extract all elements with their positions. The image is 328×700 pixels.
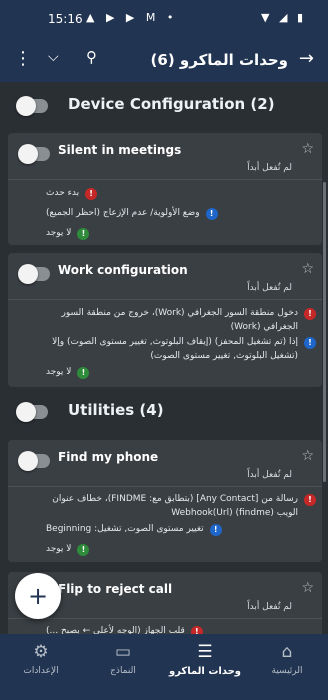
action-icon: ! — [304, 337, 316, 349]
macro-name: Find my phone — [58, 450, 159, 464]
macro-card[interactable]: Find my phone ☆ لم تُفعل أبداً ! رسالة من… — [8, 440, 322, 562]
divider — [8, 486, 322, 487]
toggle-knob — [18, 451, 38, 471]
favorite-star-icon[interactable]: ☆ — [301, 580, 314, 596]
scrollbar[interactable] — [323, 182, 326, 482]
group-toggle[interactable] — [16, 96, 48, 116]
last-run-status: لم تُفعل أبداً — [247, 283, 292, 293]
nav-label: النماذج — [110, 666, 136, 676]
gear-icon: ⚙ — [33, 642, 49, 662]
group-header-utilities[interactable]: Utilities (4) — [0, 388, 328, 436]
page-title: وحدات الماكرو (6) — [150, 51, 288, 69]
app-bar: ⋮ ⌵ ⚲ وحدات الماكرو (6) → — [0, 38, 328, 82]
divider — [8, 179, 322, 180]
home-icon: ⌂ — [281, 642, 293, 662]
action-row: ! تغيير مستوى الصوت, تشغيل: Beginning — [46, 522, 316, 536]
constraint-row: ! لا يوجد — [46, 226, 316, 240]
macro-card[interactable]: Work configuration ☆ لم تُفعل أبداً ! دخو… — [8, 253, 322, 387]
status-time: 15:16 — [48, 12, 83, 26]
trigger-icon: ! — [85, 188, 98, 200]
overflow-menu-icon[interactable]: ⋮ — [14, 48, 32, 69]
favorite-star-icon[interactable]: ☆ — [301, 448, 314, 464]
last-run-status: لم تُفعل أبداً — [247, 163, 292, 173]
nav-templates[interactable]: ▭ النماذج — [82, 634, 164, 700]
macro-toggle[interactable] — [18, 264, 50, 284]
trigger-row: ! دخول منطقة السور الجغرافي (Work)، خروج … — [46, 306, 316, 334]
nav-home[interactable]: ⌂ الرئيسية — [246, 634, 328, 700]
macro-name: Silent in meetings — [58, 143, 182, 157]
nav-macros[interactable]: ☰ وحدات الماكرو — [164, 634, 246, 700]
constraint-icon: ! — [77, 228, 90, 240]
macro-name: Work configuration — [58, 263, 188, 277]
constraint-row: ! لا يوجد — [46, 542, 316, 556]
trigger-icon: ! — [304, 494, 316, 506]
toggle-knob — [18, 264, 38, 284]
last-run-status: لم تُفعل أبداً — [247, 602, 292, 612]
macro-toggle[interactable] — [18, 451, 50, 471]
search-icon[interactable]: ⚲ — [86, 48, 97, 66]
add-macro-button[interactable]: + — [15, 573, 61, 619]
constraint-row: ! لا يوجد — [46, 365, 316, 379]
trigger-icon: ! — [190, 626, 203, 634]
last-run-status: لم تُفعل أبداً — [247, 470, 292, 480]
divider — [8, 299, 322, 300]
group-label: Utilities (4) — [68, 401, 164, 419]
constraint-icon: ! — [77, 544, 90, 556]
trigger-row: ! قلب الجهاز (الوجه لأعلى ← بصبح ...) — [46, 624, 316, 634]
templates-icon: ▭ — [114, 642, 132, 662]
nav-label: الرئيسية — [271, 666, 303, 676]
macro-name: Flip to reject call — [58, 582, 173, 596]
constraint-icon: ! — [77, 367, 90, 379]
action-icon: ! — [209, 524, 222, 536]
divider — [8, 618, 322, 619]
group-header-device-configuration[interactable]: Device Configuration (2) — [0, 82, 328, 130]
macro-card[interactable]: Silent in meetings ☆ لم تُفعل أبداً ! بدء… — [8, 133, 322, 245]
collapse-all-icon[interactable]: ⌵ — [48, 49, 59, 65]
trigger-row: ! بدء حدث — [46, 186, 316, 200]
favorite-star-icon[interactable]: ☆ — [301, 141, 314, 157]
toggle-knob — [18, 144, 38, 164]
system-icons: ▼ ◢ ▮ — [261, 11, 306, 24]
action-row: ! إذا (تم تشغيل المحفز) (إيقاف البلوتوث, … — [46, 335, 316, 363]
group-label: Device Configuration (2) — [68, 95, 275, 113]
bottom-navigation: ⚙ الإعدادات ▭ النماذج ☰ وحدات الماكرو ⌂ … — [0, 634, 328, 700]
nav-label: وحدات الماكرو — [168, 666, 242, 677]
toggle-knob — [16, 402, 36, 422]
trigger-row: ! رسالة من [Any Contact] (بتطابق مع: FIND… — [46, 492, 316, 520]
group-toggle[interactable] — [16, 402, 48, 422]
action-icon: ! — [205, 208, 218, 220]
macro-toggle[interactable] — [18, 144, 50, 164]
trigger-icon: ! — [304, 308, 316, 320]
nav-settings[interactable]: ⚙ الإعدادات — [0, 634, 82, 700]
action-row: ! وضع الأولوية/ عدم الإزعاج (احظر الجميع) — [46, 206, 316, 220]
favorite-star-icon[interactable]: ☆ — [301, 261, 314, 277]
nav-label: الإعدادات — [23, 666, 59, 676]
toggle-knob — [16, 96, 36, 116]
macro-list[interactable]: Device Configuration (2) Silent in meeti… — [0, 82, 328, 634]
status-bar: 15:16 ▲ ▶ ▶ M • ▼ ◢ ▮ — [0, 0, 328, 38]
list-icon: ☰ — [197, 642, 213, 662]
back-arrow-icon[interactable]: → — [299, 48, 314, 69]
notification-icons: ▲ ▶ ▶ M • — [86, 11, 178, 24]
